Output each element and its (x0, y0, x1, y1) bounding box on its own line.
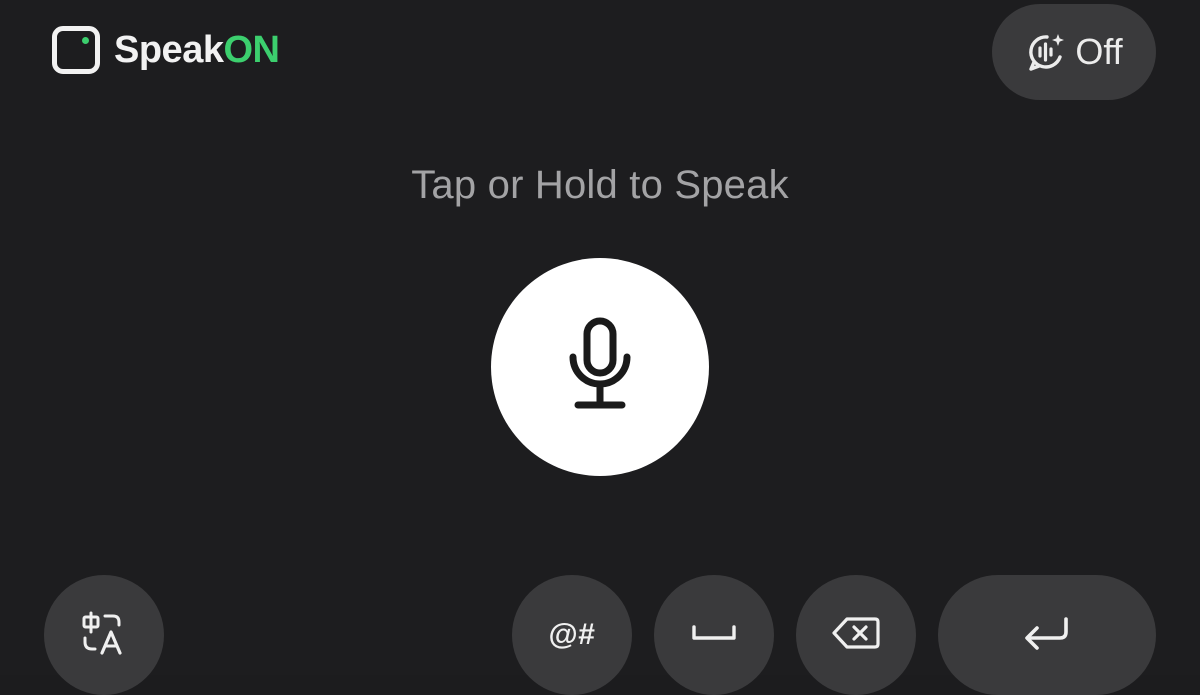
space-key[interactable] (654, 575, 774, 695)
microphone-icon (565, 317, 635, 418)
return-icon (1022, 616, 1072, 655)
brand: SpeakON (52, 26, 280, 74)
brand-name-part2: ON (223, 29, 280, 71)
brand-name: SpeakON (114, 29, 280, 71)
symbols-key-label: @# (548, 618, 596, 651)
symbols-key[interactable]: @# (512, 575, 632, 695)
voice-assist-toggle-label: Off (1075, 31, 1123, 72)
brand-name-part1: Speak (114, 29, 224, 71)
speakon-voice-keyboard: SpeakON Off Tap or Hold to Speak @# (0, 0, 1200, 695)
enter-key[interactable] (938, 575, 1156, 695)
voice-assist-toggle-button[interactable]: Off (992, 4, 1156, 100)
speak-prompt: Tap or Hold to Speak (411, 163, 789, 207)
backspace-icon (832, 616, 880, 655)
voice-assist-icon (1025, 31, 1067, 73)
translate-icon (81, 611, 127, 660)
logo-dot (82, 37, 89, 44)
microphone-button[interactable] (491, 258, 709, 476)
rounded-square-logo-icon (52, 26, 100, 74)
language-switch-button[interactable] (44, 575, 164, 695)
delete-key[interactable] (796, 575, 916, 695)
space-icon (691, 623, 737, 648)
